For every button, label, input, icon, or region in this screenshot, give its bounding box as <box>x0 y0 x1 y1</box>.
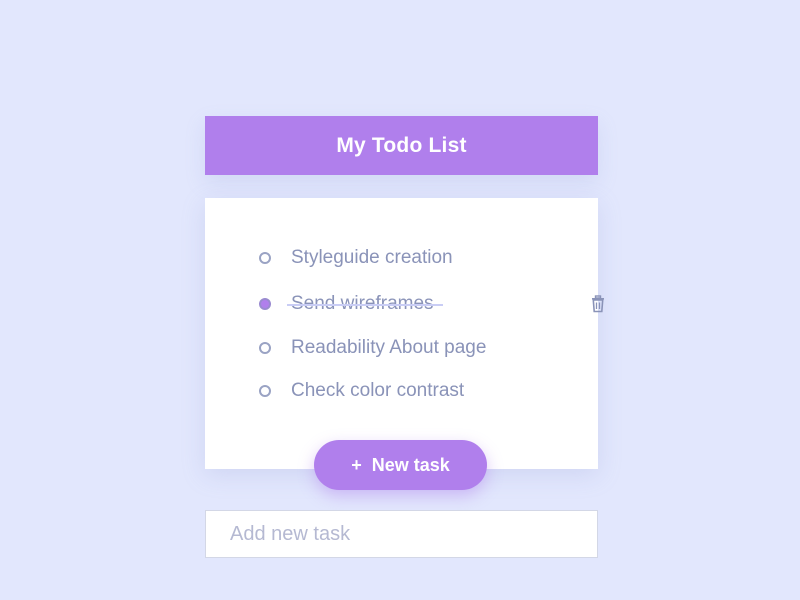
strikethrough-line <box>287 304 443 306</box>
task-list: Styleguide creation Send wireframes Read… <box>205 198 604 469</box>
task-checkbox[interactable] <box>259 342 271 354</box>
task-label: Readability About page <box>291 337 487 358</box>
list-item: Styleguide creation <box>259 243 569 273</box>
new-task-label: New task <box>371 454 450 475</box>
trash-icon[interactable] <box>589 295 607 313</box>
list-item: Check color contrast <box>259 376 569 406</box>
new-task-button[interactable]: + New task <box>314 440 487 490</box>
task-label: Styleguide creation <box>291 247 453 268</box>
add-task-input[interactable] <box>205 510 598 558</box>
task-checkbox[interactable] <box>259 252 271 264</box>
task-checkbox[interactable] <box>259 385 271 397</box>
task-label: Check color contrast <box>291 380 465 401</box>
todo-header: My Todo List <box>205 116 598 175</box>
page-title: My Todo List <box>336 133 467 157</box>
list-item: Send wireframes <box>259 289 604 319</box>
list-item: Readability About page <box>259 333 569 363</box>
plus-icon: + <box>351 454 362 475</box>
task-checkbox[interactable] <box>259 298 271 310</box>
